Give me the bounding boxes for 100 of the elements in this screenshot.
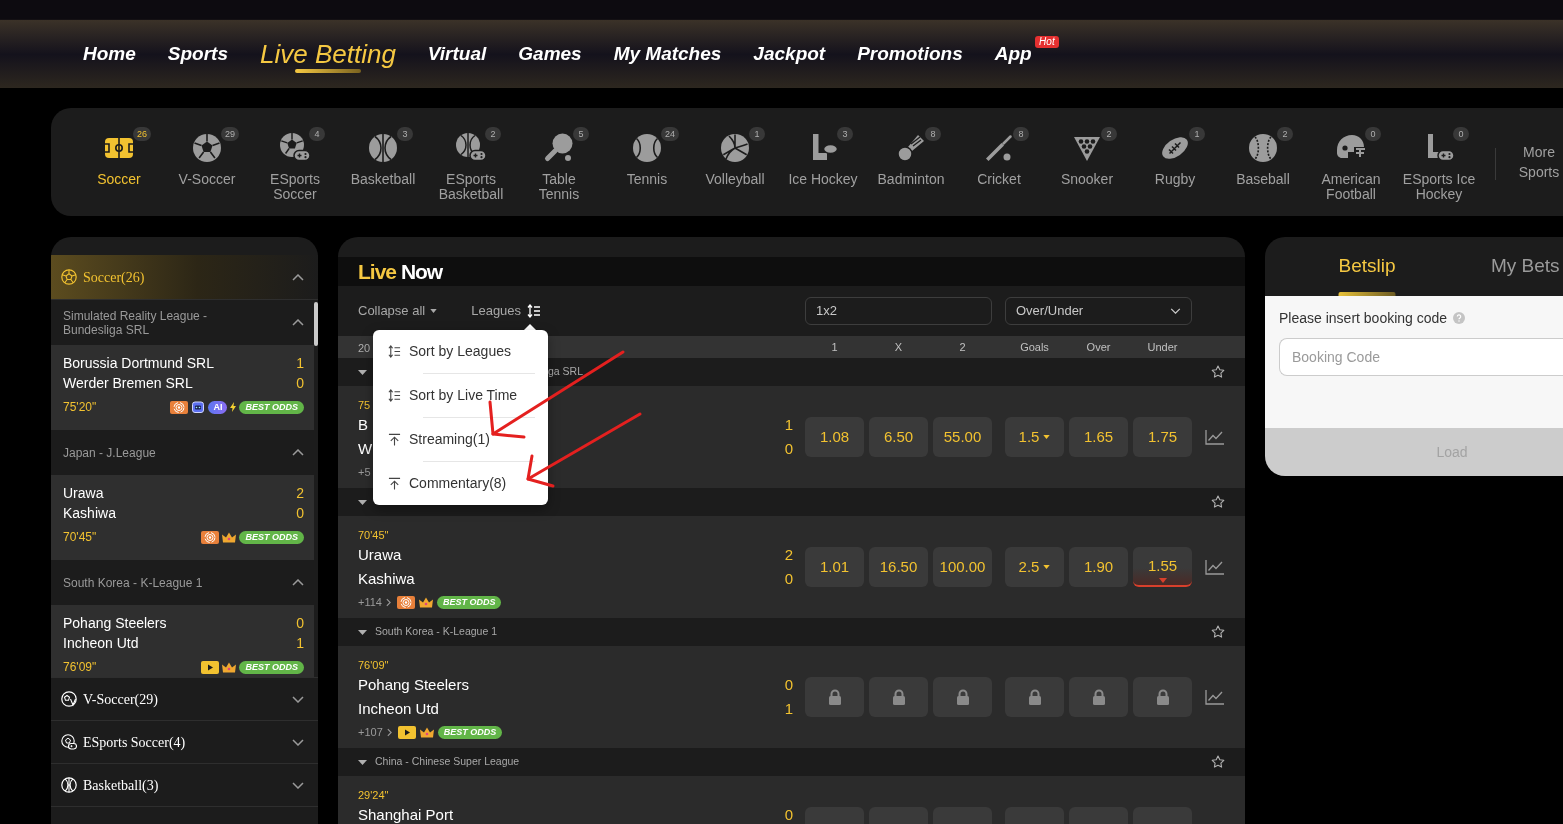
star-icon[interactable] (1211, 755, 1225, 769)
chevron-up-icon[interactable] (292, 273, 304, 281)
sport-tab[interactable]: 8 Badminton (867, 108, 955, 216)
count-badge: 1 (1189, 127, 1205, 141)
sort-icon (527, 304, 542, 318)
team-name: Kashiwa (63, 504, 116, 523)
odds-button[interactable]: 1.55 (1133, 547, 1192, 587)
odds-button[interactable]: 1.90 (1069, 547, 1128, 587)
volleyball-icon (719, 132, 751, 164)
chevron-down-icon[interactable] (292, 781, 304, 789)
robot-icon (191, 400, 206, 414)
match-row[interactable]: 76'09" Pohang Steelers Incheon Utd +107 BEST ODDS 0 1 (338, 646, 1245, 748)
odds-button[interactable] (1005, 677, 1064, 717)
match-card[interactable]: Pohang Steelers 0 Incheon Utd 1 76'09" BEST ODDS (51, 605, 314, 677)
sport-category[interactable]: V-Soccer(29) (51, 677, 318, 720)
menu-item[interactable]: Streaming(1) (373, 418, 548, 461)
team-name: Werder Bremen SRL (63, 374, 193, 393)
count-badge: 3 (397, 127, 413, 141)
nav-tab[interactable]: My Matches (613, 42, 722, 70)
sport-tab[interactable]: 2 Snooker (1043, 108, 1131, 216)
sport-tab[interactable]: 0 ESports Ice Hockey (1395, 108, 1483, 216)
odds-button[interactable] (805, 677, 864, 717)
sport-tab[interactable]: 0 American Football (1307, 108, 1395, 216)
nav-tab[interactable]: Games (518, 42, 582, 70)
nav-tab[interactable]: Sports (167, 42, 228, 70)
more-sports-button[interactable]: More Sports (1516, 142, 1562, 182)
collapse-all-button[interactable]: Collapse all (358, 301, 438, 321)
odds-button[interactable]: 1.5 (1005, 417, 1064, 457)
sport-tab[interactable]: 24 Tennis (603, 108, 691, 216)
line-chart-icon[interactable] (1205, 559, 1225, 575)
caret-down-icon (430, 309, 438, 313)
odds-button[interactable]: 1.65 (1069, 417, 1128, 457)
sport-tab[interactable]: 4 ESports Soccer (251, 108, 339, 216)
odds-button[interactable]: 55.00 (933, 417, 992, 457)
team-name: B (358, 416, 368, 434)
sport-tab[interactable]: 1 Volleyball (691, 108, 779, 216)
score: 0 (784, 676, 794, 694)
booking-code-field[interactable]: Booking Code (1279, 338, 1563, 376)
column-label: Under (1146, 339, 1179, 355)
odds-button[interactable] (933, 677, 992, 717)
sport-tab[interactable]: 2 Baseball (1219, 108, 1307, 216)
sport-tab[interactable]: 8 Cricket (955, 108, 1043, 216)
baseball-icon (1247, 132, 1279, 164)
count-badge: 3 (837, 127, 853, 141)
line-chart-icon[interactable] (1205, 429, 1225, 445)
odds-button[interactable] (869, 677, 928, 717)
chevron-up-icon[interactable] (292, 319, 304, 326)
count-badge: 0 (1453, 127, 1469, 141)
match-card[interactable]: Urawa 2 Kashiwa 0 70'45" BEST ODDS (51, 475, 314, 560)
sport-tab[interactable]: 26 Soccer (75, 108, 163, 216)
nav-tab[interactable]: Live Betting (260, 39, 396, 73)
broadcast-icon (396, 595, 415, 609)
nav-tab[interactable]: Promotions (857, 42, 963, 70)
sport-tab[interactable]: 2 ESports Basketball (427, 108, 515, 216)
column-label: 1 (830, 339, 839, 355)
nav-tab[interactable]: Home (83, 42, 136, 70)
odds-button[interactable]: 2.5 (1005, 547, 1064, 587)
star-icon[interactable] (1211, 365, 1225, 379)
odds-button[interactable]: 100.00 (933, 547, 992, 587)
betslip-tab[interactable]: My Bets (1469, 237, 1560, 296)
odds-button[interactable]: 1.08 (805, 417, 864, 457)
caret-down-icon (1043, 565, 1051, 569)
nav-tab[interactable]: Jackpot (753, 42, 826, 70)
chevron-up-icon[interactable] (292, 579, 304, 586)
odds-button[interactable]: 16.50 (869, 547, 928, 587)
team-name: Shanghai Port (358, 806, 454, 824)
match-time: 70'45" (63, 529, 97, 545)
star-icon[interactable] (1211, 625, 1225, 639)
sport-tab[interactable]: 3 Basketball (339, 108, 427, 216)
table-tennis-paddle-icon (543, 132, 575, 164)
betslip-tab[interactable]: Betslip (1265, 237, 1469, 296)
line-chart-icon[interactable] (1205, 689, 1225, 705)
sport-category[interactable]: ESports Soccer(4) (51, 720, 318, 763)
match-row[interactable]: 70'45" Urawa Kashiwa +114 BEST ODDS 2 0 1.01 16.50 100.00 2.5 1.90 1.55 (338, 516, 1245, 618)
odds-button[interactable]: 1.01 (805, 547, 864, 587)
score: 2 (296, 484, 304, 503)
odds-button[interactable]: 6.50 (869, 417, 928, 457)
market-select[interactable]: 1x2 (805, 297, 992, 325)
sport-tab[interactable]: 3 Ice Hockey (779, 108, 867, 216)
match-card[interactable]: Borussia Dortmund SRL 1 Werder Bremen SRL 0 75'20" AI BEST ODDS (51, 345, 314, 430)
chevron-up-icon[interactable] (292, 449, 304, 456)
hot-badge: Hot (1035, 36, 1059, 48)
scrollbar-thumb[interactable] (314, 302, 318, 346)
chevron-down-icon[interactable] (292, 738, 304, 746)
sport-tab[interactable]: 1 Rugby (1131, 108, 1219, 216)
soccer-ball-icon (61, 691, 77, 707)
odds-button[interactable]: 1.75 (1133, 417, 1192, 457)
sort-button[interactable]: Leagues (471, 301, 542, 321)
arrow-up-bar-icon (388, 433, 401, 446)
sport-tab[interactable]: 29 V-Soccer (163, 108, 251, 216)
nav-tab[interactable]: Virtual (427, 42, 487, 70)
chevron-down-icon[interactable] (1170, 308, 1181, 314)
shuttlecock-icon (895, 132, 927, 164)
odds-button[interactable] (1069, 677, 1128, 717)
market-select[interactable]: Over/Under (1005, 297, 1192, 325)
odds-button[interactable] (1133, 677, 1192, 717)
sport-tab[interactable]: 5 Table Tennis (515, 108, 603, 216)
chevron-down-icon[interactable] (292, 695, 304, 703)
count-badge: 8 (925, 127, 941, 141)
star-icon[interactable] (1211, 495, 1225, 509)
